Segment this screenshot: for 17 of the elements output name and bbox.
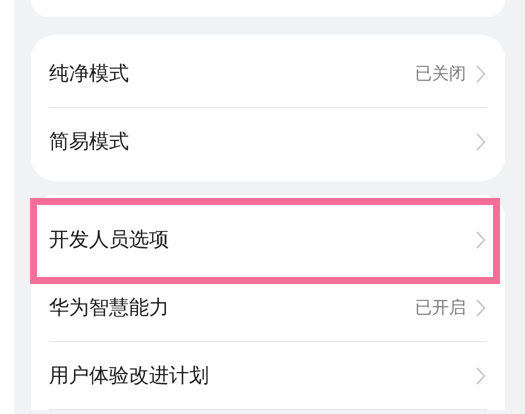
chevron-icon [476, 366, 486, 384]
settings-row[interactable]: 华为智慧能力 已开启 [49, 274, 487, 342]
row-label: 简易模式 [49, 130, 130, 155]
row-label: 开发人员选项 [49, 228, 170, 253]
chevron-icon [476, 231, 486, 249]
row-label: 用户体验改进计划 [49, 364, 210, 388]
settings-row[interactable]: 用户体验改进计划 [49, 342, 487, 410]
settings-row[interactable]: 开发人员选项 [49, 206, 487, 274]
settings-row[interactable]: 纯净模式 已关闭 [49, 40, 487, 108]
chevron-icon [476, 298, 486, 316]
chevron-icon [476, 133, 486, 151]
row-value: 已开启 [415, 296, 466, 319]
row-label: 纯净模式 [49, 62, 130, 86]
settings-row[interactable]: 简易模式 [49, 108, 487, 176]
chevron-icon [476, 64, 486, 82]
row-value: 已关闭 [415, 62, 466, 85]
row-label: 华为智慧能力 [49, 296, 170, 320]
